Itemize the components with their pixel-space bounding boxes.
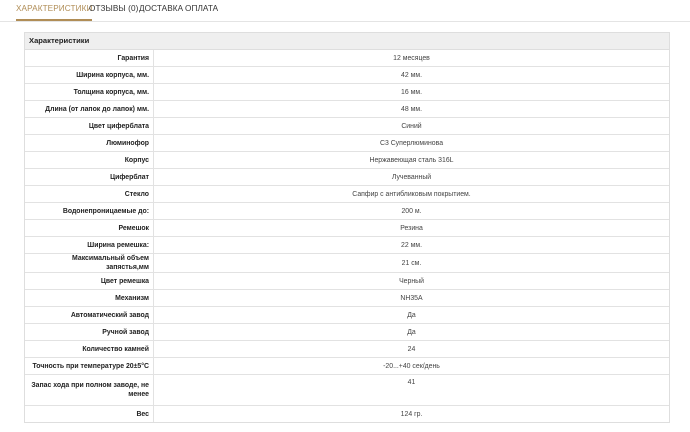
table-row: Стекло Сапфир с антибликовым покрытием. — [25, 185, 669, 203]
table-row: Толщина корпуса, мм. 16 мм. — [25, 83, 669, 101]
table-row: Корпус Нержавеющая сталь 316L — [25, 151, 669, 169]
tab-bar: Характеристики Отзывы (0) Доставка Оплат… — [0, 0, 690, 22]
spec-value: 200 м. — [153, 202, 669, 220]
table-row: Ручной завод Да — [25, 323, 669, 341]
spec-label: Цвет ремешка — [25, 272, 154, 290]
spec-label: Вес — [25, 405, 154, 422]
tab-panel: Характеристики Гарантия 12 месяцев Ширина… — [0, 22, 690, 432]
spec-label: Точность при температуре 20±5°C — [25, 357, 154, 375]
spec-value: 21 см. — [153, 253, 669, 273]
spec-label: Количество камней — [25, 340, 154, 358]
table-row: Водонепроницаемые до: 200 м. — [25, 202, 669, 220]
spec-label: Цвет циферблата — [25, 117, 154, 135]
spec-value: Резина — [153, 219, 669, 237]
spec-label: Длина (от лапок до лапок) мм. — [25, 100, 154, 118]
spec-label: Ремешок — [25, 219, 154, 237]
table-row: Ширина ремешка: 22 мм. — [25, 236, 669, 254]
spec-table-box: Характеристики Гарантия 12 месяцев Ширина… — [24, 32, 670, 423]
table-row: Точность при температуре 20±5°C -20...+40… — [25, 357, 669, 375]
spec-value: 42 мм. — [153, 66, 669, 84]
spec-value: Лучеванный — [153, 168, 669, 186]
table-row: Цвет ремешка Черный — [25, 272, 669, 290]
table-row: Вес 124 гр. — [25, 405, 669, 422]
spec-label: Механизм — [25, 289, 154, 307]
spec-value: -20...+40 сек/день — [153, 357, 669, 375]
spec-value: Нержавеющая сталь 316L — [153, 151, 669, 169]
table-row: Максимальный объем запястья,мм 21 см. — [25, 253, 669, 273]
table-row: Запас хода при полном заводе, не менее 41 — [25, 374, 669, 406]
spec-value: Сапфир с антибликовым покрытием. — [153, 185, 669, 203]
tab-delivery[interactable]: Доставка — [139, 4, 183, 13]
spec-value: C3 Суперлюминова — [153, 134, 669, 152]
table-row: Ремешок Резина — [25, 219, 669, 237]
spec-value: 41 — [153, 374, 669, 406]
spec-value: NH35A — [153, 289, 669, 307]
spec-table-title: Характеристики — [25, 33, 669, 50]
table-row: Циферблат Лучеванный — [25, 168, 669, 186]
spec-label: Ширина ремешка: — [25, 236, 154, 254]
spec-label: Циферблат — [25, 168, 154, 186]
spec-value: 48 мм. — [153, 100, 669, 118]
spec-label: Корпус — [25, 151, 154, 169]
spec-value: Да — [153, 306, 669, 324]
spec-value: 22 мм. — [153, 236, 669, 254]
spec-value: Да — [153, 323, 669, 341]
spec-label: Стекло — [25, 185, 154, 203]
spec-value: Черный — [153, 272, 669, 290]
table-row: Механизм NH35A — [25, 289, 669, 307]
tab-payment[interactable]: Оплата — [185, 4, 218, 13]
table-row: Количество камней 24 — [25, 340, 669, 358]
spec-label: Автоматический завод — [25, 306, 154, 324]
spec-label: Толщина корпуса, мм. — [25, 83, 154, 101]
spec-label: Максимальный объем запястья,мм — [25, 253, 154, 273]
table-row: Люминофор C3 Суперлюминова — [25, 134, 669, 152]
spec-value: 24 — [153, 340, 669, 358]
spec-value: 124 гр. — [400, 410, 423, 418]
spec-table: Гарантия 12 месяцев Ширина корпуса, мм. 42… — [25, 50, 669, 422]
spec-label: Гарантия — [25, 50, 154, 67]
spec-label: Ширина корпуса, мм. — [25, 66, 154, 84]
table-row: Цвет циферблата Синий — [25, 117, 669, 135]
spec-value: 16 мм. — [153, 83, 669, 101]
spec-label: Водонепроницаемые до: — [25, 202, 154, 220]
table-row: Длина (от лапок до лапок) мм. 48 мм. — [25, 100, 669, 118]
tab-reviews[interactable]: Отзывы (0) — [89, 4, 138, 13]
spec-label: Запас хода при полном заводе, не менее — [25, 374, 154, 406]
spec-label: Ручной завод — [25, 323, 154, 341]
table-row: Ширина корпуса, мм. 42 мм. — [25, 66, 669, 84]
spec-value: Синий — [153, 117, 669, 135]
spec-value: 12 месяцев — [153, 50, 669, 67]
table-row: Автоматический завод Да — [25, 306, 669, 324]
spec-label: Люминофор — [25, 134, 154, 152]
table-row: Гарантия 12 месяцев — [25, 50, 669, 67]
product-page: Характеристики Отзывы (0) Доставка Оплат… — [0, 0, 690, 432]
tab-characteristics[interactable]: Характеристики — [16, 4, 93, 21]
